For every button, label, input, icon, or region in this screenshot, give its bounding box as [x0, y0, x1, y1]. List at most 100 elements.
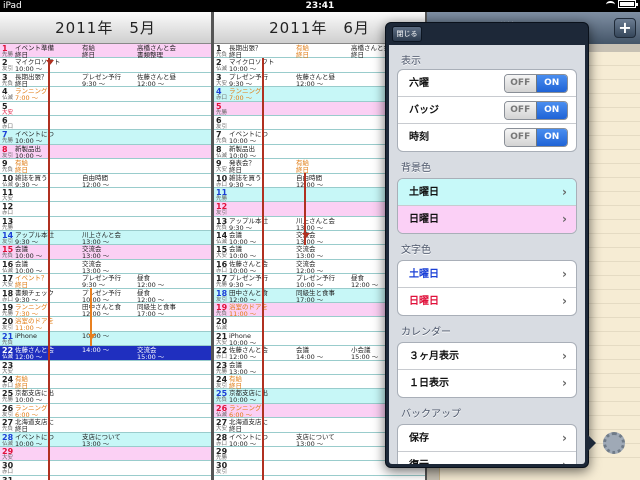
event-entry[interactable]: 佐藤さんと昼 12:00 ～ — [296, 73, 335, 88]
event-entry[interactable]: 佐藤さんと昼 12:00 ～ — [137, 73, 176, 88]
event-entry[interactable]: iPhone — [15, 332, 37, 340]
event-entry[interactable]: 有給 終日 — [15, 375, 28, 390]
event-entry[interactable]: 交流会 12:00 ～ — [296, 260, 323, 275]
day-row[interactable]: 29 大安 — [0, 446, 211, 462]
time-toggle[interactable]: OFF ON — [504, 128, 568, 147]
event-entry[interactable]: 新製品出 10:00 ～ — [15, 145, 42, 160]
event-entry[interactable]: 有給 終日 — [296, 45, 309, 59]
day-row[interactable]: 24 赤口 有給 終日 — [0, 375, 211, 389]
day-row[interactable]: 22 仏滅 佐藤さんと会 12:00 ～ 14:00 ～交流会 15:00 ～ — [0, 346, 211, 361]
event-entry[interactable]: ランニング 7:00 ～ — [15, 88, 48, 102]
day-row[interactable]: 6 赤口 — [0, 116, 211, 131]
add-event-button[interactable]: + — [614, 18, 636, 38]
event-entry[interactable]: 支店について 13:00 ～ — [296, 433, 335, 448]
multi-day-event-bar[interactable] — [262, 58, 264, 480]
three-month-view-row[interactable]: ３ヶ月表示 › — [398, 343, 576, 370]
settings-list[interactable]: 表示 六曜 OFF ON バッジ OFF ON 時刻 OFF ON 背景色 土曜日 › … — [389, 45, 585, 464]
close-button[interactable]: 閉じる — [392, 26, 422, 42]
day-row[interactable]: 12 赤口 — [0, 202, 211, 217]
event-entry[interactable]: 川上さんと会 13:00 ～ — [82, 232, 121, 246]
event-entry[interactable]: 長期出張？ 終日 — [15, 73, 48, 88]
event-entry[interactable]: 交流会13:00 ～ — [296, 246, 323, 260]
day-row[interactable]: 14 友引 アップル本社 9:30 ～川上さんと会 13:00 ～ — [0, 231, 211, 246]
day-row[interactable]: 18 赤口 書類チェック 9:30 ～プレゼン予行 10:00 ～昼食 12:00 ～ — [0, 289, 211, 303]
event-entry[interactable]: 有給 終日 — [82, 45, 95, 59]
text-saturday-row[interactable]: 土曜日 › — [398, 261, 576, 288]
event-entry[interactable]: 有給 終日 — [15, 160, 28, 174]
event-entry[interactable]: 会議 10:00 ～ — [229, 246, 256, 260]
day-row[interactable]: 1 先勝 イベント準備 終日 有給 終日 高橋さんと会 書類整理 — [0, 44, 211, 59]
event-entry[interactable]: 高橋さんと会 書類整理 — [137, 45, 176, 59]
day-row[interactable]: 23 大安 — [0, 361, 211, 375]
day-row[interactable]: 16 仏滅 会議 10:00 ～交流会 13:00 ～ — [0, 260, 211, 274]
event-entry[interactable]: ランニング 6:00 ～ — [229, 404, 262, 419]
event-entry[interactable]: マイクロソフト 10:00 ～ — [229, 59, 274, 73]
event-entry[interactable]: 会議 10:00 ～ — [15, 260, 42, 275]
event-entry[interactable]: iPhone 10:00 ～ — [229, 332, 256, 347]
day-row[interactable]: 21 先負 iPhone 10:00 ～ — [0, 331, 211, 347]
day-row[interactable]: 8 友引 新製品出 10:00 ～ — [0, 144, 211, 160]
badge-toggle[interactable]: OFF ON — [504, 101, 568, 120]
event-entry[interactable]: プレゼン予行 10:00 ～ — [82, 289, 121, 304]
event-entry[interactable]: ランニング 6:00 ～ — [15, 404, 48, 419]
event-entry[interactable]: 自由時間 12:00 ～ — [82, 174, 109, 189]
day-row[interactable]: 27 先負 北海道支店に 終日 — [0, 418, 211, 433]
event-entry[interactable]: 交流会13:00 ～ — [82, 246, 109, 260]
event-entry[interactable]: 小会議 15:00 ～ — [351, 347, 378, 361]
day-row[interactable]: 9 先負 有給 終日 — [0, 159, 211, 174]
calendar-may[interactable]: 2011年 5月 1 先勝 イベント準備 終日 有給 終日 高橋さんと会 書類整理 2 友引 マイク… — [0, 12, 211, 480]
day-row[interactable]: 28 仏滅 イベントにつ 10:00 ～支店について 13:00 ～ — [0, 432, 211, 448]
event-entry[interactable]: 自由時間 12:00 ～ — [296, 174, 323, 189]
event-entry[interactable]: イベント？ 終日 — [15, 275, 48, 289]
event-entry[interactable]: 昼食 12:00 ～ — [137, 275, 164, 289]
event-entry[interactable]: ランニング 7:00 ～ — [229, 88, 262, 102]
gear-icon[interactable] — [603, 432, 625, 454]
event-entry[interactable]: 会議 13:00 ～ — [229, 361, 256, 376]
day-row[interactable]: 19 先勝 ランニング 7:30 ～田中さんと食 12:00 ～同級生と食事 17:00 … — [0, 303, 211, 318]
event-entry[interactable]: 長期出張？ 終日 — [229, 45, 262, 59]
event-entry[interactable]: 有給 終日 — [296, 160, 309, 174]
day-row[interactable]: 7 先勝 イベントにつ 10:00 ～ — [0, 130, 211, 145]
event-entry[interactable]: 交流会13:00 ～ — [82, 260, 109, 275]
event-entry[interactable]: イベント準備 終日 — [15, 45, 54, 59]
day-row[interactable]: 15 先負 会議 10:00 ～交流会 13:00 ～ — [0, 245, 211, 260]
save-row[interactable]: 保存 › — [398, 425, 576, 452]
day-row[interactable]: 4 仏滅 ランニング 7:00 ～ — [0, 87, 211, 102]
day-row[interactable]: 13 先勝 — [0, 217, 211, 232]
day-row[interactable]: 2 友引 マイクロソフト 10:00 ～ — [0, 58, 211, 73]
text-sunday-row[interactable]: 日曜日 › — [398, 288, 576, 315]
event-entry[interactable]: 同級生と食事 17:00 ～ — [296, 289, 335, 304]
multi-day-event-bar[interactable] — [48, 58, 50, 480]
day-row[interactable]: 30 赤口 — [0, 461, 211, 476]
event-entry[interactable]: 昼食 12:00 ～ — [137, 289, 164, 304]
event-entry[interactable]: プレゼン予行 9:30 ～ — [82, 275, 121, 289]
event-entry[interactable]: 雑誌を買う 9:30 ～ — [15, 174, 48, 189]
day-row[interactable]: 25 先勝 京都支店に出 10:00 ～ — [0, 389, 211, 404]
day-row[interactable]: 5 大安 — [0, 102, 211, 116]
day-row[interactable]: 26 友引 ランニング 6:00 ～ — [0, 404, 211, 418]
event-entry[interactable]: 支店について 13:00 ～ — [82, 433, 121, 448]
rokuyo-toggle[interactable]: OFF ON — [504, 74, 568, 93]
event-entry[interactable]: ランニング 7:30 ～ — [15, 304, 48, 318]
one-day-view-row[interactable]: １日表示 › — [398, 370, 576, 397]
event-entry[interactable]: 同級生と食事 17:00 ～ — [137, 304, 176, 318]
event-entry[interactable]: プレゼン予行 10:00 ～ — [296, 275, 335, 289]
event-entry[interactable]: 交流会 15:00 ～ — [137, 347, 164, 361]
event-entry[interactable]: 会議 10:00 ～ — [229, 232, 256, 246]
bg-saturday-row[interactable]: 土曜日 › — [398, 179, 576, 206]
bg-sunday-row[interactable]: 日曜日 › — [398, 206, 576, 233]
event-entry[interactable]: 新製品出 10:00 ～ — [229, 145, 256, 160]
event-entry[interactable]: 田中さんと食 12:00 ～ — [82, 304, 121, 318]
event-entry[interactable]: 雑誌を買う 9:30 ～ — [229, 174, 262, 189]
day-row[interactable]: 31先勝 — [0, 476, 211, 480]
day-row[interactable]: 3 先負 長期出張？ 終日 プレゼン予行 9:30 ～佐藤さんと昼 12:00 ～ — [0, 73, 211, 87]
day-row[interactable]: 11 大安 — [0, 188, 211, 203]
event-entry[interactable]: 有給 終日 — [229, 375, 242, 390]
event-entry[interactable]: 川上さんと会 13:00 ～ — [296, 217, 335, 232]
event-entry[interactable]: プレゼン予行 9:30 ～ — [82, 73, 121, 88]
day-row[interactable]: 10 仏滅 雑誌を買う 9:30 ～自由時間 12:00 ～ — [0, 174, 211, 188]
event-entry[interactable]: 会議 10:00 ～ — [15, 246, 42, 260]
event-entry[interactable]: 14:00 ～ — [82, 347, 109, 354]
restore-row[interactable]: 復元 › — [398, 452, 576, 464]
event-entry[interactable]: 昼食 12:00 ～ — [351, 275, 378, 289]
